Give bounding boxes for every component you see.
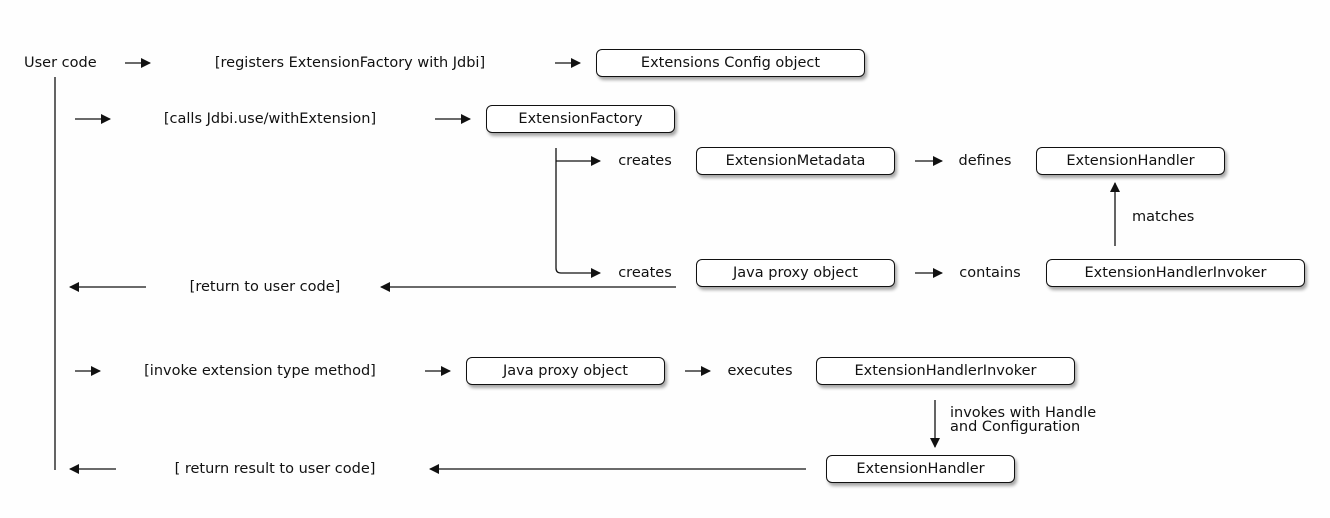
box-extensions-config: Extensions Config object	[596, 49, 865, 77]
edge-contains: contains	[959, 265, 1021, 281]
box-extension-factory: ExtensionFactory	[486, 105, 675, 133]
box-extension-metadata: ExtensionMetadata	[696, 147, 895, 175]
edge-matches: matches	[1132, 209, 1195, 225]
step-return-result-label: [ return result to user code]	[174, 461, 376, 477]
box-java-proxy-bottom: Java proxy object	[466, 357, 665, 385]
step-return-user-label: [return to user code]	[189, 279, 341, 295]
step-register-label: [registers ExtensionFactory with Jdbi]	[214, 55, 486, 71]
edge-invokes-line2: and Configuration	[950, 419, 1081, 435]
box-extension-handler-invoker-bottom: ExtensionHandlerInvoker	[816, 357, 1075, 385]
user-code-label: User code	[24, 55, 97, 71]
edge-creates-2: creates	[618, 265, 672, 281]
box-extension-handler-invoker-top: ExtensionHandlerInvoker	[1046, 259, 1305, 287]
factory-branch-line	[555, 148, 601, 278]
step-invoke-method-label: [invoke extension type method]	[144, 363, 376, 379]
step-calls-label: [calls Jdbi.use/withExtension]	[163, 111, 377, 127]
edge-creates-1: creates	[618, 153, 672, 169]
box-extension-handler-top: ExtensionHandler	[1036, 147, 1225, 175]
edge-defines: defines	[958, 153, 1012, 169]
box-java-proxy-top: Java proxy object	[696, 259, 895, 287]
edge-invokes-line1: invokes with Handle	[950, 405, 1097, 421]
box-extension-handler-bottom: ExtensionHandler	[826, 455, 1015, 483]
edge-executes: executes	[727, 363, 793, 379]
